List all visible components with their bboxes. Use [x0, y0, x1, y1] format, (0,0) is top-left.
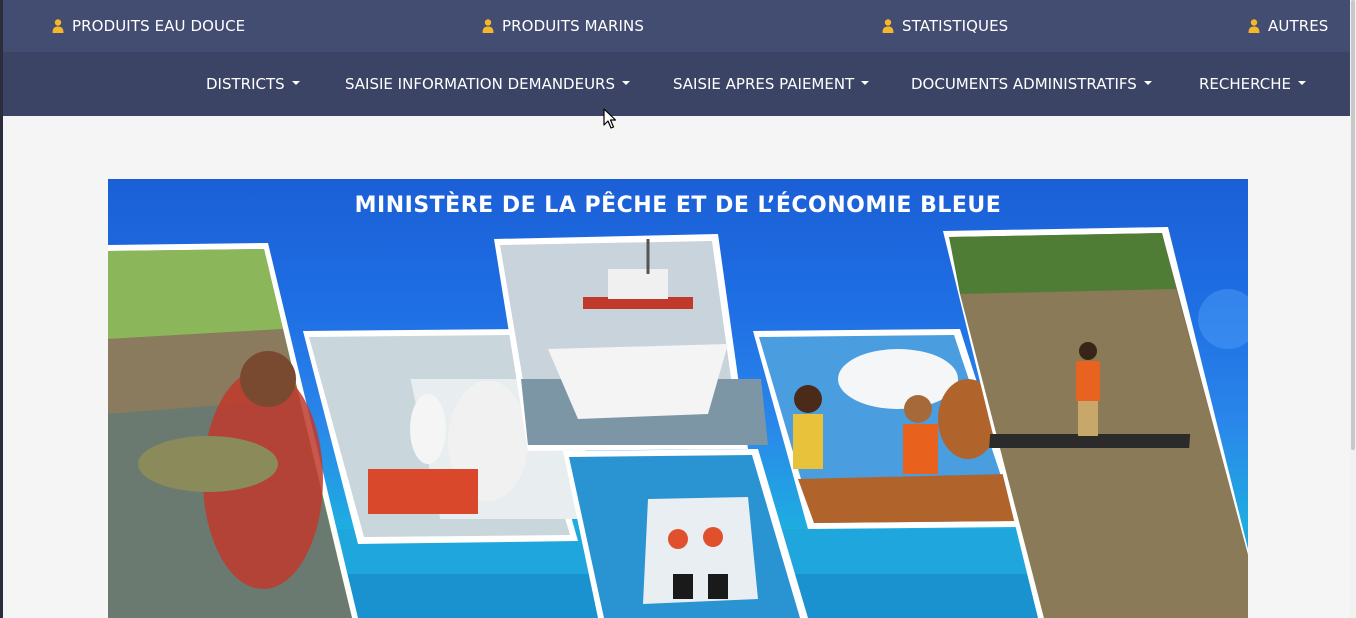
nav-label: SAISIE APRES PAIEMENT [673, 75, 855, 93]
caret-down-icon [622, 81, 630, 85]
top-menu-label: PRODUITS EAU DOUCE [72, 17, 246, 35]
user-icon [482, 19, 494, 33]
nav-label: SAISIE INFORMATION DEMANDEURS [345, 75, 615, 93]
banner-collage [108, 227, 1248, 618]
caret-down-icon [291, 81, 300, 85]
nav-dropdown-documents-administratifs[interactable]: DOCUMENTS ADMINISTRATIFS [911, 74, 1152, 94]
top-menu-label: STATISTIQUES [902, 17, 1009, 35]
top-menu-item-autres[interactable]: AUTRES [1248, 16, 1328, 36]
caret-down-icon [1143, 81, 1152, 85]
top-menu-item-produits-marins[interactable]: PRODUITS MARINS [482, 16, 644, 36]
user-icon [52, 19, 64, 33]
nav-label: RECHERCHE [1199, 75, 1292, 93]
top-menu-label: PRODUITS MARINS [502, 17, 644, 35]
top-menu-item-statistiques[interactable]: STATISTIQUES [882, 16, 1008, 36]
user-icon [1248, 19, 1260, 33]
top-menu-bar: PRODUITS EAU DOUCE PRODUITS MARINS STATI… [3, 0, 1350, 52]
user-icon [882, 19, 894, 33]
scrollbar-thumb[interactable] [1351, 0, 1355, 450]
caret-down-icon [861, 81, 870, 85]
caret-down-icon [1298, 81, 1307, 85]
nav-dropdown-saisie-information-demandeurs[interactable]: SAISIE INFORMATION DEMANDEURS [345, 74, 630, 94]
nav-dropdown-saisie-apres-paiement[interactable]: SAISIE APRES PAIEMENT [673, 74, 870, 94]
page-scrollbar[interactable] [1350, 0, 1356, 618]
main-nav-bar: DISTRICTS SAISIE INFORMATION DEMANDEURS … [3, 52, 1350, 116]
mouse-cursor-icon [603, 108, 617, 129]
nav-label: DISTRICTS [206, 75, 285, 93]
top-menu-item-produits-eau-douce[interactable]: PRODUITS EAU DOUCE [52, 16, 245, 36]
top-menu-label: AUTRES [1268, 17, 1329, 35]
nav-label: DOCUMENTS ADMINISTRATIFS [911, 75, 1137, 93]
nav-dropdown-recherche[interactable]: RECHERCHE [1199, 74, 1307, 94]
ministry-banner-image: MINISTÈRE DE LA PÊCHE ET DE L’ÉCONOMIE B… [108, 179, 1248, 618]
nav-dropdown-districts[interactable]: DISTRICTS [206, 74, 300, 94]
